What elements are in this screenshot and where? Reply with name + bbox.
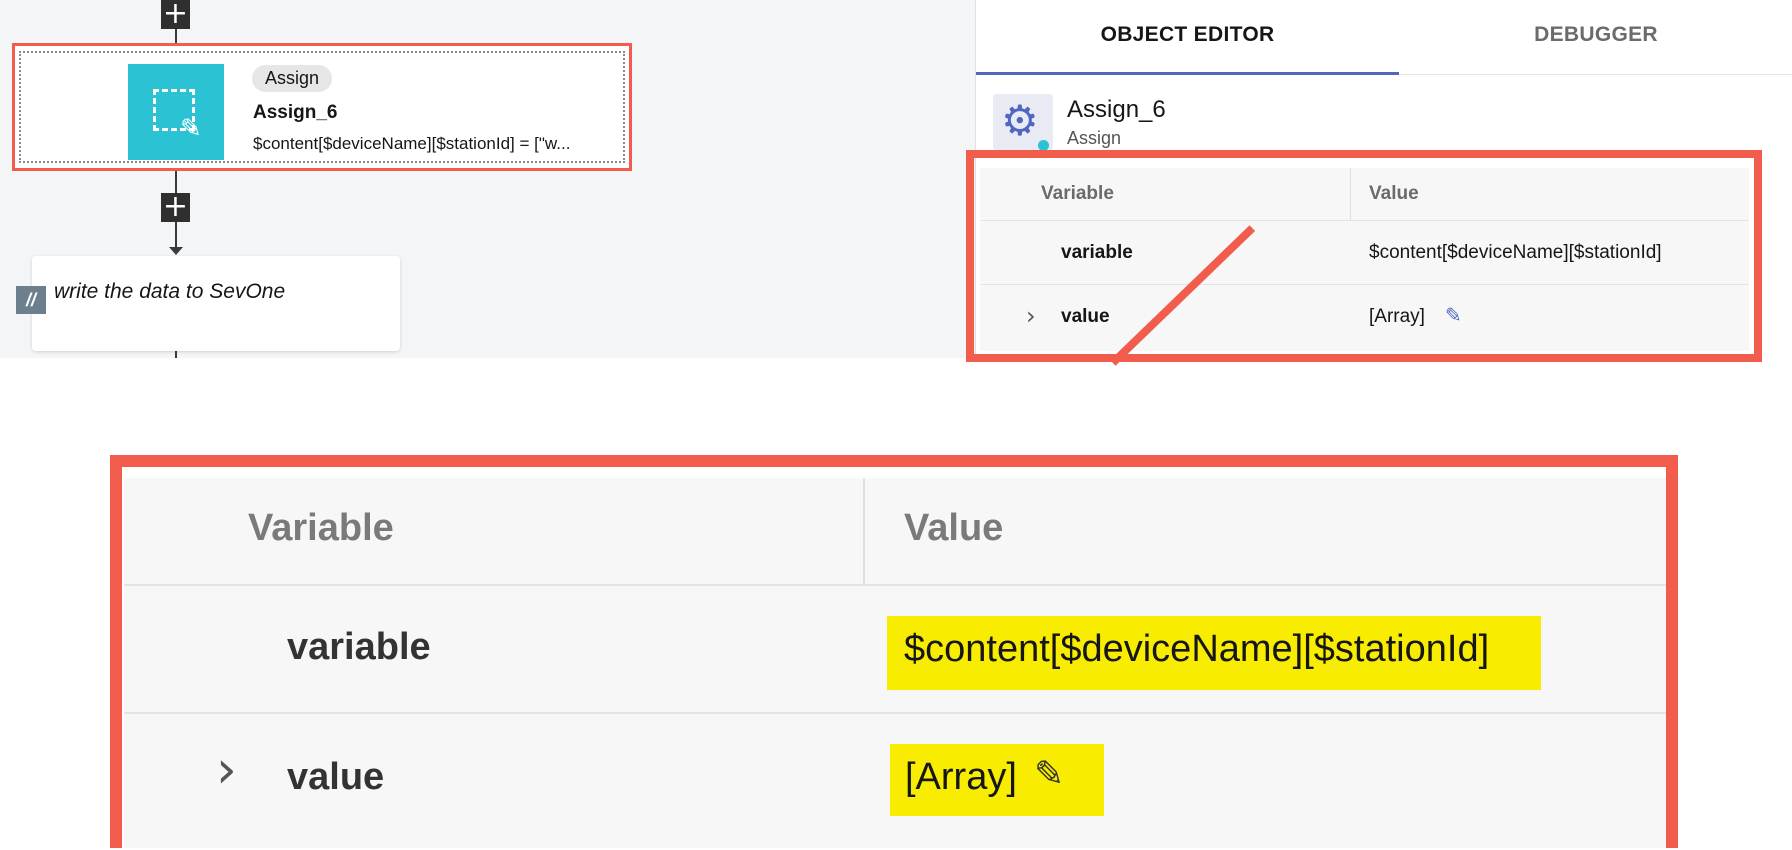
zoom-table-row: variable $content[$deviceName][$stationI… — [124, 584, 1666, 714]
zoom-column-header-value: Value — [904, 507, 1004, 549]
zoomed-properties-table: Variable Value variable $content[$device… — [124, 478, 1666, 848]
object-type: Assign — [1067, 128, 1122, 148]
zoom-row-value-name: value — [287, 756, 385, 798]
chevron-right-icon: › — [216, 740, 237, 800]
zoom-row-variable-name: variable — [287, 626, 431, 668]
add-step-button-top[interactable]: + — [161, 0, 190, 29]
comment-icon: // — [16, 286, 46, 314]
pencil-icon: ✎ — [180, 114, 202, 144]
add-step-button-mid[interactable]: + — [161, 192, 190, 222]
pencil-edit-icon: ✎ — [1034, 754, 1065, 795]
zoom-column-separator — [863, 478, 865, 584]
zoom-table-row: › value [Array] ✎ — [124, 712, 1666, 850]
zoom-row-variable-value: $content[$deviceName][$stationId] — [904, 628, 1490, 670]
tab-debugger[interactable]: DEBUGGER — [1399, 0, 1792, 75]
object-icon: ⚙ — [993, 94, 1053, 151]
callout-box-small — [966, 150, 1762, 362]
arrow-head-mid — [169, 247, 183, 255]
zoom-row-value-value: [Array] — [905, 756, 1017, 798]
assign-icon: ✎ — [128, 64, 224, 160]
tab-object-editor[interactable]: OBJECT EDITOR — [976, 0, 1399, 75]
node-description: $content[$deviceName][$stationId] = ["w.… — [253, 134, 571, 153]
connector-line-bottom — [175, 350, 177, 358]
object-name: Assign_6 — [1067, 96, 1166, 123]
comment-text: write the data to SevOne — [54, 280, 286, 303]
gear-icon: ⚙ — [1001, 96, 1039, 145]
node-type-tag: Assign — [252, 65, 333, 92]
zoom-column-header-variable: Variable — [248, 507, 394, 549]
node-title: Assign_6 — [253, 102, 338, 123]
